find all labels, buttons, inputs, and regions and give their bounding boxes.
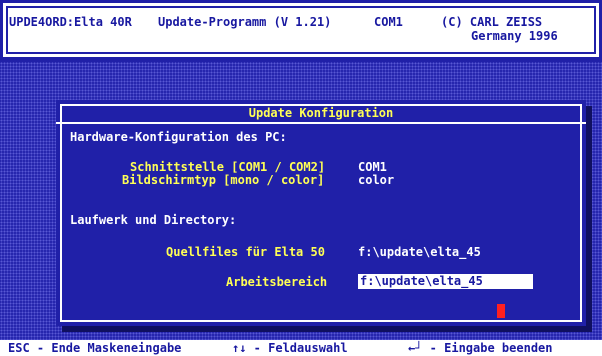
workspace-input[interactable]: f:\update\elta_45 <box>358 274 533 289</box>
copyright-line1: (C) CARL ZEISS <box>441 15 543 29</box>
arrows-hint: ↑↓ - Feldauswahl <box>232 341 348 355</box>
esc-hint: ESC - Ende Maskeneingabe <box>8 341 182 355</box>
interface-value[interactable]: COM1 <box>358 160 387 174</box>
drive-heading: Laufwerk und Directory: <box>70 213 237 227</box>
port-indicator: COM1 <box>374 15 403 29</box>
program-title: UPDE4ORD:Elta 40R <box>9 15 132 29</box>
display-type-label: Bildschirmtyp [mono / color] <box>122 173 325 187</box>
source-files-label: Quellfiles für Elta 50 <box>166 245 325 259</box>
text-cursor <box>497 304 505 318</box>
title-divider <box>56 122 586 124</box>
display-type-value[interactable]: color <box>358 173 394 187</box>
program-subtitle: Update-Programm (V 1.21) <box>158 15 332 29</box>
workspace-label: Arbeitsbereich <box>226 275 328 289</box>
enter-hint: ←┘ - Eingabe beenden <box>408 341 553 355</box>
hardware-heading: Hardware-Konfiguration des PC: <box>70 130 287 144</box>
copyright-line2: Germany 1996 <box>471 29 558 43</box>
source-files-value[interactable]: f:\update\elta_45 <box>358 245 481 259</box>
interface-label: Schnittstelle [COM1 / COM2] <box>130 160 326 174</box>
dialog-title: Update Konfiguration <box>248 106 394 120</box>
